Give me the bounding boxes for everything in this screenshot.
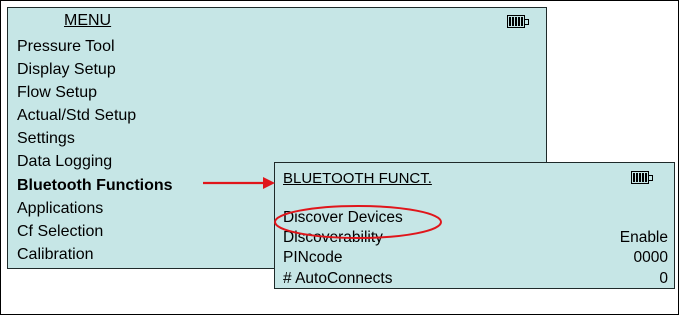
bluetooth-item-autoconnects[interactable]: # AutoConnects 0 [283,269,668,289]
bluetooth-item-value: 0000 [633,249,668,267]
menu-item-cf-selection[interactable]: Cf Selection [17,220,173,243]
menu-item-data-logging[interactable]: Data Logging [17,150,173,173]
menu-item-pressure-tool[interactable]: Pressure Tool [17,35,173,58]
menu-item-applications[interactable]: Applications [17,197,173,220]
menu-item-flow-setup[interactable]: Flow Setup [17,81,173,104]
main-menu-list: Pressure Tool Display Setup Flow Setup A… [17,35,173,266]
menu-item-settings[interactable]: Settings [17,127,173,150]
bluetooth-menu-title: BLUETOOTH FUNCT. [283,170,432,187]
bluetooth-item-label: # AutoConnects [283,269,393,287]
menu-item-bluetooth-functions[interactable]: Bluetooth Functions [17,174,173,197]
bluetooth-item-value: 0 [659,269,668,287]
menu-item-actual-std-setup[interactable]: Actual/Std Setup [17,104,173,127]
bluetooth-item-value: Enable [619,229,668,247]
menu-item-calibration[interactable]: Calibration [17,243,173,266]
battery-full-icon [631,171,653,184]
bluetooth-item-label: PINcode [283,249,343,267]
bluetooth-item-pincode[interactable]: PINcode 0000 [283,248,668,268]
menu-item-display-setup[interactable]: Display Setup [17,58,173,81]
red-arrow-icon [203,177,275,189]
highlight-oval-icon [274,205,442,239]
menu-title: MENU [64,12,112,29]
battery-full-icon [507,15,529,28]
